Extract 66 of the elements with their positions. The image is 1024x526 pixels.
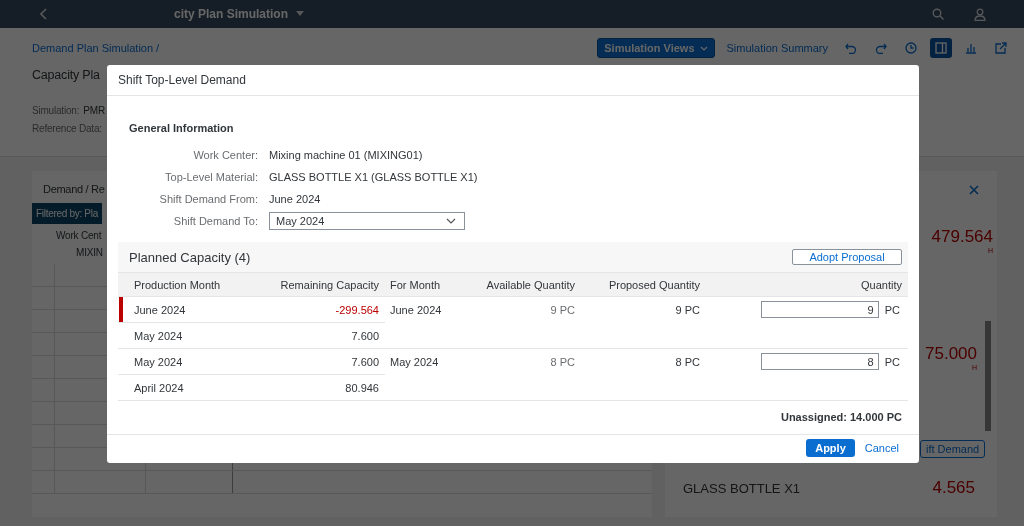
- apply-button[interactable]: Apply: [806, 439, 855, 457]
- column-header: Production Month: [133, 278, 222, 291]
- table-cell-text: -299.564: [334, 303, 380, 316]
- quantity-input[interactable]: 9: [760, 301, 879, 318]
- material-name: GLASS BOTTLE X1: [683, 480, 801, 496]
- field-label: Shift Demand From:: [158, 193, 259, 205]
- table-cell-text: 9 PC: [549, 303, 576, 316]
- table-cell-text: May 2024: [133, 329, 184, 342]
- field-label: Shift Demand To:: [172, 215, 259, 227]
- table-cell-text: June 2024: [133, 303, 187, 316]
- field-value: June 2024: [269, 193, 321, 205]
- chart-icon: [965, 42, 977, 54]
- table-cell-text: May 2024: [389, 355, 440, 368]
- table-cell-text: 80.946: [344, 381, 380, 394]
- month-select[interactable]: May 2024: [269, 212, 465, 230]
- kpi-value: 75.000: [925, 344, 977, 364]
- section-title: General Information: [128, 121, 235, 136]
- unit-label: PC: [884, 355, 900, 368]
- info-label: Simulation:: [32, 104, 80, 116]
- column-header: Available Quantity: [485, 278, 576, 291]
- table-cell-text: April 2024: [133, 381, 185, 394]
- chevron-icon: [446, 218, 456, 224]
- field-label: Top-Level Material:: [164, 171, 259, 183]
- panel-title: Demand / Re: [43, 183, 105, 195]
- field-value: GLASS BOTTLE X1 (GLASS BOTTLE X1): [269, 171, 478, 183]
- adopt-proposal-button[interactable]: Adopt Proposal: [792, 249, 902, 265]
- filter-bar[interactable]: Filtered by: Pla: [32, 203, 102, 224]
- table-cell-text: 7.600: [350, 329, 380, 342]
- info-value: PMR: [83, 104, 105, 116]
- undo-icon: [845, 42, 857, 54]
- table-cell-text: 8 PC: [674, 355, 701, 368]
- table-cell-text: 8 PC: [549, 355, 576, 368]
- info-label: Reference Data:: [32, 122, 102, 134]
- panel-button[interactable]: [930, 38, 952, 58]
- column-header: Quantity: [860, 278, 903, 291]
- kpi-value: 479.564: [931, 227, 993, 247]
- material-value: 4.565: [932, 478, 975, 498]
- table-cell-text: June 2024: [389, 303, 443, 316]
- field-value: Mixing machine 01 (MIXING01): [269, 149, 423, 161]
- caret-icon[interactable]: [296, 11, 305, 17]
- unit-label: PC: [884, 303, 900, 316]
- column-header: For Month: [389, 278, 442, 291]
- column-header: Remaining Capacity: [279, 278, 380, 291]
- quantity-input[interactable]: 8: [760, 353, 879, 370]
- column-header: Work Cent: [56, 230, 102, 241]
- cancel-button[interactable]: Cancel: [860, 439, 903, 457]
- search-icon[interactable]: [932, 8, 944, 20]
- table-cell-text: 9 PC: [674, 303, 701, 316]
- share-icon: [995, 42, 1007, 54]
- panel-icon: [935, 42, 947, 54]
- field-label: Work Center:: [192, 149, 259, 161]
- table-title: Planned Capacity (4): [129, 249, 251, 265]
- user-icon[interactable]: [974, 7, 986, 21]
- column-header: Proposed Quantity: [607, 278, 701, 291]
- dialog-title: Shift Top-Level Demand: [107, 65, 919, 96]
- table-cell-text: May 2024: [133, 355, 184, 368]
- table-cell: MIXIN: [76, 247, 103, 258]
- close-icon[interactable]: [969, 185, 979, 195]
- app-title[interactable]: city Plan Simulation: [174, 7, 289, 21]
- back-icon[interactable]: [40, 8, 48, 20]
- clock-icon: [905, 42, 917, 54]
- unassigned-total: Unassigned: 14.000 PC: [779, 410, 903, 425]
- page-title: Capacity Pla: [32, 67, 100, 84]
- redo-icon: [875, 42, 887, 54]
- caret-icon: [699, 45, 708, 51]
- table-cell-text: 7.600: [350, 355, 380, 368]
